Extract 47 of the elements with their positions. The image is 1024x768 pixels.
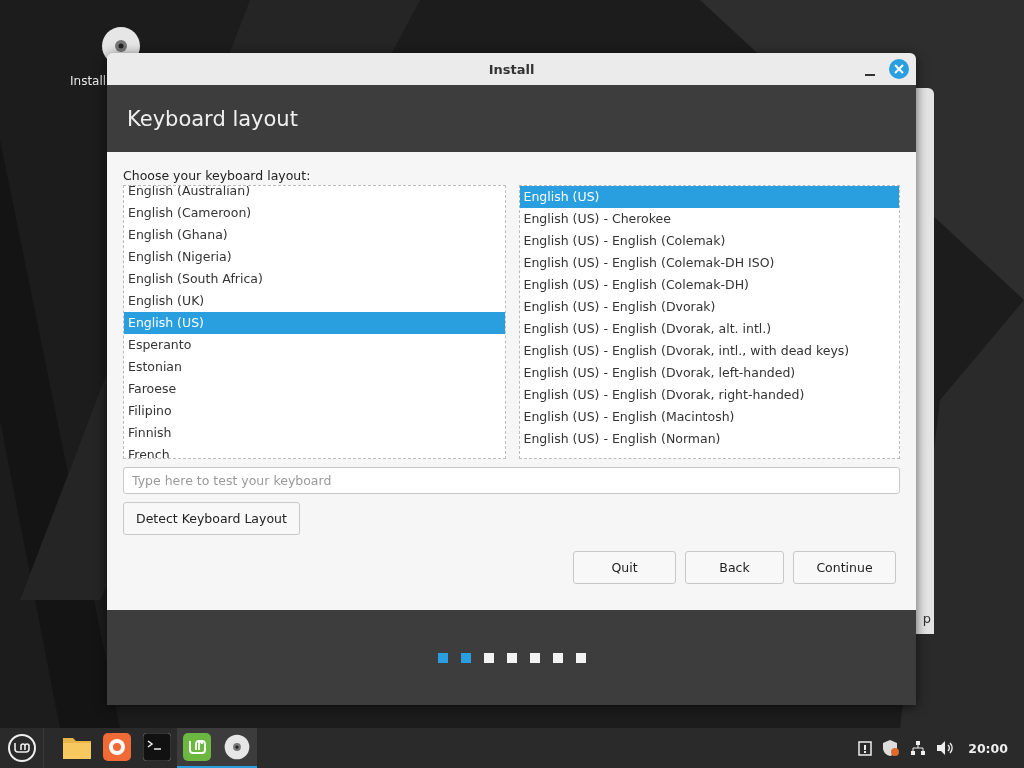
layout-item[interactable]: English (South Africa) xyxy=(124,268,505,290)
variant-item[interactable]: English (US) - English (Macintosh) xyxy=(519,406,899,428)
page-heading: Keyboard layout xyxy=(127,106,298,131)
layout-item[interactable]: English (Australian) xyxy=(124,186,505,202)
minimize-icon xyxy=(865,74,875,76)
variant-item[interactable]: English (US) - English (Dvorak, intl., with dead keys) xyxy=(519,340,899,362)
variant-item[interactable]: English (US) - English (Dvorak, alt. intl.) xyxy=(519,318,899,340)
dialog-button[interactable]: Quit xyxy=(573,551,676,584)
variant-item[interactable]: English (US) - English (Dvorak, left-handed) xyxy=(519,362,899,384)
layout-item[interactable]: Filipino xyxy=(124,400,505,422)
window-text: p xyxy=(922,611,931,626)
detect-layout-button[interactable]: Detect Keyboard Layout xyxy=(123,502,300,535)
clock[interactable]: 20:00 xyxy=(968,740,1008,756)
variant-item[interactable]: English (US) - English (Colemak) xyxy=(519,230,899,252)
window-title: Install xyxy=(488,61,535,77)
taskbar-app[interactable] xyxy=(177,728,217,768)
variant-item[interactable]: English (US) - English (Colemak-DH) xyxy=(519,274,899,296)
variant-item[interactable]: English (US) - English (Dvorak, right-handed) xyxy=(519,384,899,406)
close-icon xyxy=(894,64,904,74)
variant-item[interactable]: English (US) - English (Dvorak) xyxy=(519,296,899,318)
prompt-label: Choose your keyboard layout: xyxy=(123,168,312,183)
variant-item[interactable]: English (US) - English (Norman) xyxy=(519,428,899,450)
dialog-button[interactable]: Back xyxy=(685,551,784,584)
layout-item[interactable]: Esperanto xyxy=(124,334,505,356)
variant-item[interactable]: English (US) - English (Colemak-DH ISO) xyxy=(519,252,899,274)
taskbar-app[interactable] xyxy=(217,728,257,768)
shield-icon[interactable] xyxy=(882,739,901,757)
clipboard-icon[interactable] xyxy=(858,740,873,756)
network-icon[interactable] xyxy=(910,740,927,756)
variant-item[interactable]: English (US) - Cherokee xyxy=(519,208,899,230)
volume-icon[interactable] xyxy=(936,740,955,756)
layout-item[interactable]: Faroese xyxy=(124,378,505,400)
desktop-icon-label[interactable]: Install xyxy=(70,74,107,88)
dialog-button[interactable]: Continue xyxy=(793,551,896,584)
layout-item[interactable]: Estonian xyxy=(124,356,505,378)
close-button[interactable] xyxy=(889,59,909,79)
layout-item[interactable]: Finnish xyxy=(124,422,505,444)
layout-item[interactable]: English (Cameroon) xyxy=(124,202,505,224)
mint-logo-icon xyxy=(6,733,37,763)
browser-icon xyxy=(103,733,131,761)
test-input-field[interactable]: Type here to test your keyboard xyxy=(123,467,900,494)
mint-logo-icon xyxy=(183,733,211,761)
layout-item[interactable]: English (Ghana) xyxy=(124,224,505,246)
layout-item[interactable]: English (UK) xyxy=(124,290,505,312)
terminal-icon xyxy=(143,733,171,761)
disc-icon xyxy=(224,734,250,760)
layout-item[interactable]: English (Nigeria) xyxy=(124,246,505,268)
